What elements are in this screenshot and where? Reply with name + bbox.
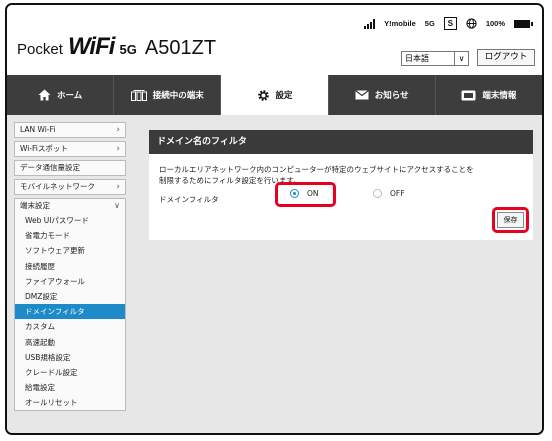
logo-pocket: Pocket [17,41,63,58]
sidebar-item-device-settings[interactable]: 端末設定 ∨ [15,199,125,213]
home-icon [38,89,51,101]
tab-label: 接続中の端末 [152,91,204,101]
sidebar-subitem-webui-password[interactable]: Web UIパスワード [15,213,125,228]
sidebar: LAN Wi-Fi › Wi-Fiスポット › データ通信量設定 モバイルネット… [14,122,126,412]
sidebar-subitem-cradle[interactable]: クレードル設定 [15,365,125,380]
sidebar-item-label: 端末設定 [20,201,50,210]
sidebar-item-lan-wifi[interactable]: LAN Wi-Fi › [14,122,126,138]
chevron-right-icon: › [116,125,120,135]
logo-wifi: WiFi [67,33,115,60]
chevron-right-icon: › [116,144,120,154]
tab-label: お知らせ [374,91,409,101]
save-button[interactable]: 保存 [497,212,524,228]
tab-notices[interactable]: お知らせ [329,75,436,115]
sidebar-subitem-dmz[interactable]: DMZ設定 [15,289,125,304]
sidebar-item-data-usage[interactable]: データ通信量設定 [14,160,126,176]
header: Pocket WiFi 5G A501ZT Y!mobile 5G S 100%… [7,5,542,77]
chevron-down-icon: ∨ [114,201,120,210]
logo: Pocket WiFi 5G A501ZT [17,33,216,61]
status-bar: Y!mobile 5G S 100% [364,17,533,30]
content-area: LAN Wi-Fi › Wi-Fiスポット › データ通信量設定 モバイルネット… [7,115,542,433]
chevron-right-icon: › [116,182,120,192]
sidebar-group-device-settings: 端末設定 ∨ Web UIパスワード 省電力モード ソフトウェア更新 接続履歴 … [14,198,126,412]
sidebar-item-mobile-network[interactable]: モバイルネットワーク › [14,179,126,195]
sidebar-subitem-software-update[interactable]: ソフトウェア更新 [15,243,125,258]
tab-label: 設定 [275,91,293,101]
tab-label: ホーム [56,91,83,101]
sidebar-subitem-power-saving[interactable]: 省電力モード [15,228,125,243]
tab-home[interactable]: ホーム [7,75,115,115]
sidebar-item-label: Wi-Fiスポット [20,144,68,153]
sidebar-item-wifi-spot[interactable]: Wi-Fiスポット › [14,141,126,157]
radio-dot [290,189,299,198]
app-window: Pocket WiFi 5G A501ZT Y!mobile 5G S 100%… [5,3,544,435]
description-line: ローカルエリアネットワーク内のコンピューターが特定のウェブサイトにアクセスするこ… [159,165,474,174]
sidebar-subitem-firewall[interactable]: ファイアウォール [15,274,125,289]
sidebar-subitem-power-supply[interactable]: 給電設定 [15,380,125,395]
tab-devices[interactable]: 接続中の端末 [114,75,222,115]
radio-on[interactable]: ON [290,189,319,198]
chevron-down-icon: ∨ [454,52,468,65]
sidebar-subitem-domain-filter[interactable]: ドメインフィルタ [15,304,125,320]
language-value: 日本語 [405,54,429,63]
domain-filter-label: ドメインフィルタ [159,195,219,204]
carrier-name: Y!mobile [384,19,416,28]
network-type: 5G [424,19,435,28]
sidebar-subitem-fast-boot[interactable]: 高速起動 [15,335,125,350]
sidebar-item-label: LAN Wi-Fi [20,125,56,134]
sidebar-subitem-custom[interactable]: カスタム [15,319,125,334]
sidebar-item-label: モバイルネットワーク [20,182,95,191]
radio-off-label: OFF [390,189,405,198]
model-name: A501ZT [144,37,217,59]
tab-device-info[interactable]: 端末情報 [436,75,542,115]
mail-icon [354,90,369,100]
sidebar-subitem-all-reset[interactable]: オールリセット [15,395,125,410]
sim-icon: S [443,17,457,30]
panel-title: ドメイン名のフィルタ [149,130,533,154]
battery-icon [514,19,533,28]
radio-on-label: ON [307,189,319,198]
sidebar-item-label: データ通信量設定 [20,163,80,172]
main-tabs: ホーム 接続中の端末 設定 お知らせ 端末情報 [7,75,542,115]
sidebar-subitem-usb-standard[interactable]: USB規格設定 [15,350,125,365]
language-select[interactable]: 日本語 ∨ [401,51,469,66]
radio-dot [373,189,382,198]
devices-icon [130,89,147,101]
sidebar-subitem-connection-history[interactable]: 接続履歴 [15,259,125,274]
signal-icon [364,18,376,29]
radio-off[interactable]: OFF [373,189,405,198]
logo-5g: 5G [119,42,137,57]
tab-label: 端末情報 [482,91,517,101]
logout-button[interactable]: ログアウト [477,49,535,66]
gear-icon [257,89,269,101]
tab-settings[interactable]: 設定 [221,75,329,115]
device-info-icon [461,90,476,100]
battery-percent: 100% [485,19,505,28]
globe-icon [466,18,477,29]
domain-filter-panel: ドメイン名のフィルタ ローカルエリアネットワーク内のコンピューターが特定のウェブ… [149,130,533,240]
